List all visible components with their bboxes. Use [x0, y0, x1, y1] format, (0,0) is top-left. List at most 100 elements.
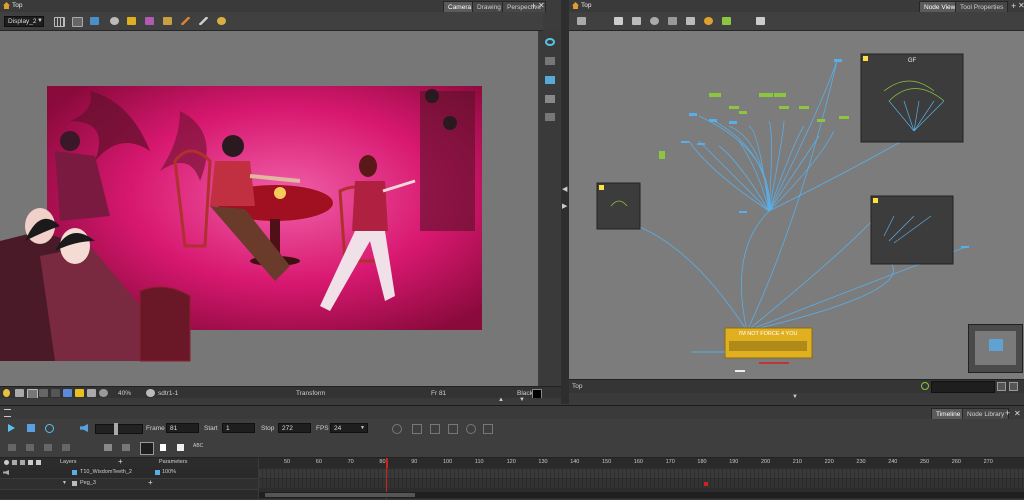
menu-icon[interactable]	[4, 409, 11, 417]
add-view-icon[interactable]: +	[1005, 408, 1010, 418]
light-icon[interactable]	[3, 389, 10, 397]
collapse-down-icon[interactable]: ▼	[792, 394, 798, 400]
color-col-icon[interactable]	[36, 460, 41, 465]
grid-icon[interactable]	[54, 17, 65, 27]
zoom-fit-icon[interactable]	[997, 382, 1006, 391]
layer-param[interactable]: 100%	[162, 469, 176, 475]
fx-icon[interactable]	[63, 389, 72, 397]
pencil-icon[interactable]	[199, 17, 208, 25]
frame-field[interactable]: 81	[166, 423, 199, 433]
timeline-scrollbar[interactable]	[259, 492, 1024, 498]
start-field[interactable]: 1	[222, 423, 255, 433]
record-icon[interactable]	[177, 444, 184, 451]
blank-cell-icon[interactable]	[160, 444, 166, 451]
ease-icon[interactable]	[430, 424, 440, 434]
breadcrumb-top[interactable]: Top	[581, 2, 591, 9]
prev-frame-icon[interactable]	[26, 444, 34, 451]
layer-row[interactable]: ▼ Peg_3 +	[0, 478, 258, 489]
flash-icon[interactable]	[75, 389, 84, 397]
display-node-icon[interactable]	[704, 17, 713, 25]
stepped-icon[interactable]	[448, 424, 458, 434]
peg-expand-icon[interactable]: ▼	[62, 480, 67, 486]
camera-mask-icon[interactable]	[90, 17, 99, 25]
lock-icon[interactable]	[127, 17, 136, 25]
reset-icon[interactable]	[466, 424, 476, 434]
sound-icon[interactable]	[80, 424, 88, 432]
lasso-icon[interactable]	[87, 389, 96, 397]
eye-icon[interactable]	[4, 460, 9, 465]
snap-icon[interactable]	[15, 389, 24, 397]
stamp-icon[interactable]	[217, 17, 226, 25]
layer-props-icon[interactable]	[104, 444, 112, 451]
timeline-tracks[interactable]	[259, 468, 1024, 499]
stack-icon[interactable]	[545, 113, 555, 121]
speed-slider[interactable]	[95, 423, 143, 435]
keyframe-marker[interactable]	[704, 482, 708, 486]
add-child-icon[interactable]: +	[148, 478, 153, 487]
last-frame-icon[interactable]	[62, 444, 70, 451]
node-navigator[interactable]	[968, 324, 1023, 373]
brush-icon[interactable]	[181, 17, 190, 25]
zoom-reset-icon[interactable]	[1009, 382, 1018, 391]
playback-toolbar: Frame 81 Start 1 Stop 272 FPS 24 ▼	[0, 419, 1024, 439]
mask-icon[interactable]	[51, 389, 60, 397]
node-search-input[interactable]	[931, 381, 995, 393]
collapse-up-icon[interactable]: ▲	[498, 397, 504, 403]
chevron-right-icon[interactable]: ▶	[562, 202, 567, 210]
first-frame-icon[interactable]	[8, 444, 16, 451]
text-tool-icon[interactable]: ABC	[193, 443, 203, 449]
back-icon[interactable]	[577, 17, 586, 25]
add-layer-icon[interactable]: +	[118, 457, 123, 466]
eye-icon[interactable]	[545, 38, 555, 46]
peg-icon[interactable]	[668, 17, 677, 25]
close-view-icon[interactable]: ✕	[1014, 409, 1021, 418]
paint-icon[interactable]	[163, 17, 172, 25]
view-mode-icon[interactable]	[545, 95, 555, 103]
play-icon[interactable]	[8, 424, 15, 432]
layer-row	[0, 490, 258, 499]
camera-viewport[interactable]	[0, 31, 538, 386]
layer-name[interactable]: Peg_3	[80, 480, 96, 486]
loop-icon[interactable]	[45, 424, 54, 433]
close-view-icon[interactable]: ✕	[1018, 1, 1024, 10]
ungroup-icon[interactable]	[650, 17, 659, 25]
key-icon[interactable]	[412, 424, 422, 434]
onion-skin-icon[interactable]	[110, 17, 119, 25]
display-toggle-icon[interactable]	[140, 442, 154, 455]
next-frame-icon[interactable]	[44, 444, 52, 451]
onion-icon[interactable]	[392, 424, 402, 434]
panel-splitter[interactable]: ◀ ▶	[561, 0, 569, 404]
add-layer-icon[interactable]	[122, 444, 130, 451]
render-icon[interactable]	[39, 389, 48, 397]
play-selection-icon[interactable]	[27, 424, 35, 432]
lock-col-icon[interactable]	[20, 460, 25, 465]
enter-group-icon[interactable]	[614, 17, 623, 25]
home-icon[interactable]	[3, 2, 10, 9]
rotate-view-icon[interactable]	[99, 389, 108, 397]
shape-icon[interactable]	[145, 17, 154, 25]
chevron-left-icon[interactable]: ◀	[562, 185, 567, 193]
composite-icon[interactable]	[686, 17, 695, 25]
clear-icon[interactable]	[483, 424, 493, 434]
text-node-icon[interactable]	[756, 17, 765, 25]
node-view-canvas[interactable]: GF I'M NOT FORCE 4 YOU	[569, 31, 1024, 379]
sound-col-icon[interactable]	[12, 460, 17, 465]
gear-icon[interactable]	[146, 389, 155, 397]
add-view-icon[interactable]: +	[531, 1, 536, 11]
preview-icon[interactable]	[72, 17, 83, 27]
close-view-icon[interactable]: ✕	[538, 1, 545, 10]
collapse-down-icon[interactable]: ▼	[519, 397, 525, 403]
tree-icon[interactable]	[722, 17, 731, 25]
breadcrumb-top[interactable]: Top	[12, 2, 22, 9]
perspective-icon[interactable]	[545, 76, 555, 84]
playhead-marker[interactable]	[386, 458, 388, 468]
add-view-icon[interactable]: +	[1011, 1, 1016, 11]
stop-field[interactable]: 272	[278, 423, 311, 433]
layer-row[interactable]: T10_WisdomTeeth_2 100%	[0, 468, 258, 478]
layer-name[interactable]: T10_WisdomTeeth_2	[80, 469, 132, 475]
home-icon[interactable]	[572, 2, 579, 9]
layer-icon[interactable]	[545, 57, 555, 65]
group-icon[interactable]	[632, 17, 641, 25]
solo-col-icon[interactable]	[28, 460, 33, 465]
zoom-level[interactable]: 40%	[118, 390, 131, 397]
